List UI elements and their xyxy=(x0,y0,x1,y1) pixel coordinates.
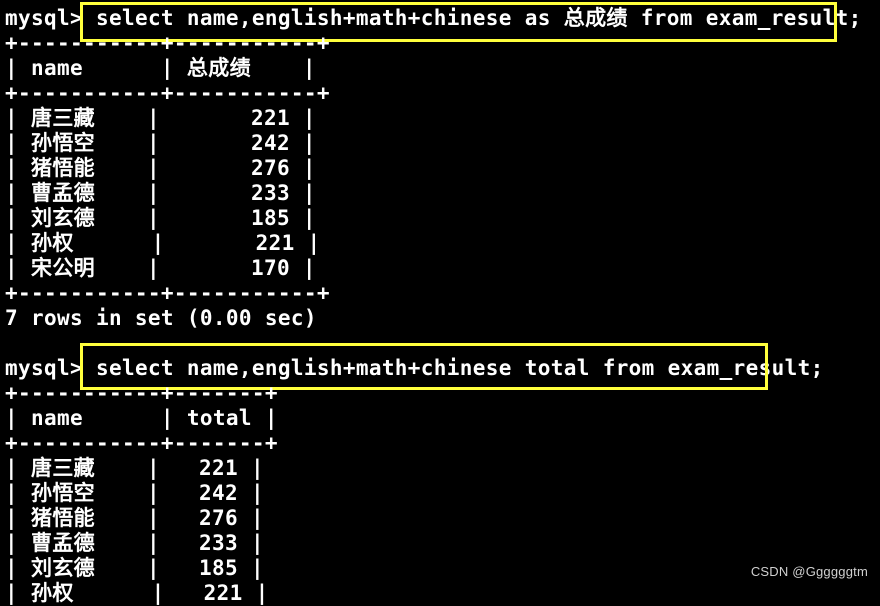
prompt: mysql> xyxy=(5,356,83,380)
prompt: mysql> xyxy=(5,6,83,30)
table-row: | 唐三藏 | 221 | xyxy=(5,106,316,130)
table-header: | name | 总成绩 | xyxy=(5,56,316,80)
table-header: | name | total | xyxy=(5,406,278,430)
table-row: | 宋公明 | 170 | xyxy=(5,256,316,280)
table-row: | 刘玄德 | 185 | xyxy=(5,206,316,230)
table-border-mid: +-----------+-----------+ xyxy=(5,81,330,105)
table-row: | 孙悟空 | 242 | xyxy=(5,481,264,505)
terminal-window[interactable]: mysql> select name,english+math+chinese … xyxy=(0,0,880,605)
table-row: | 曹孟德 | 233 | xyxy=(5,531,264,555)
table-row: | 猪悟能 | 276 | xyxy=(5,506,264,530)
table-row: | 曹孟德 | 233 | xyxy=(5,181,316,205)
watermark: CSDN @Ggggggtm xyxy=(750,564,868,579)
table-row: | 刘玄德 | 185 | xyxy=(5,556,264,580)
table-row: | 孙悟空 | 242 | xyxy=(5,131,316,155)
table-row: | 唐三藏 | 221 | xyxy=(5,456,264,480)
table-row: | 猪悟能 | 276 | xyxy=(5,156,316,180)
table-border-top: +-----------+-------+ xyxy=(5,381,278,405)
table-border-bottom: +-----------+-----------+ xyxy=(5,281,330,305)
table-border-top: +-----------+-----------+ xyxy=(5,31,330,55)
table-border-mid: +-----------+-------+ xyxy=(5,431,278,455)
result-footer: 7 rows in set (0.00 sec) xyxy=(5,306,317,330)
table-row: | 孙权 | 221 | xyxy=(5,581,269,605)
table-row: | 孙权 | 221 | xyxy=(5,231,321,255)
